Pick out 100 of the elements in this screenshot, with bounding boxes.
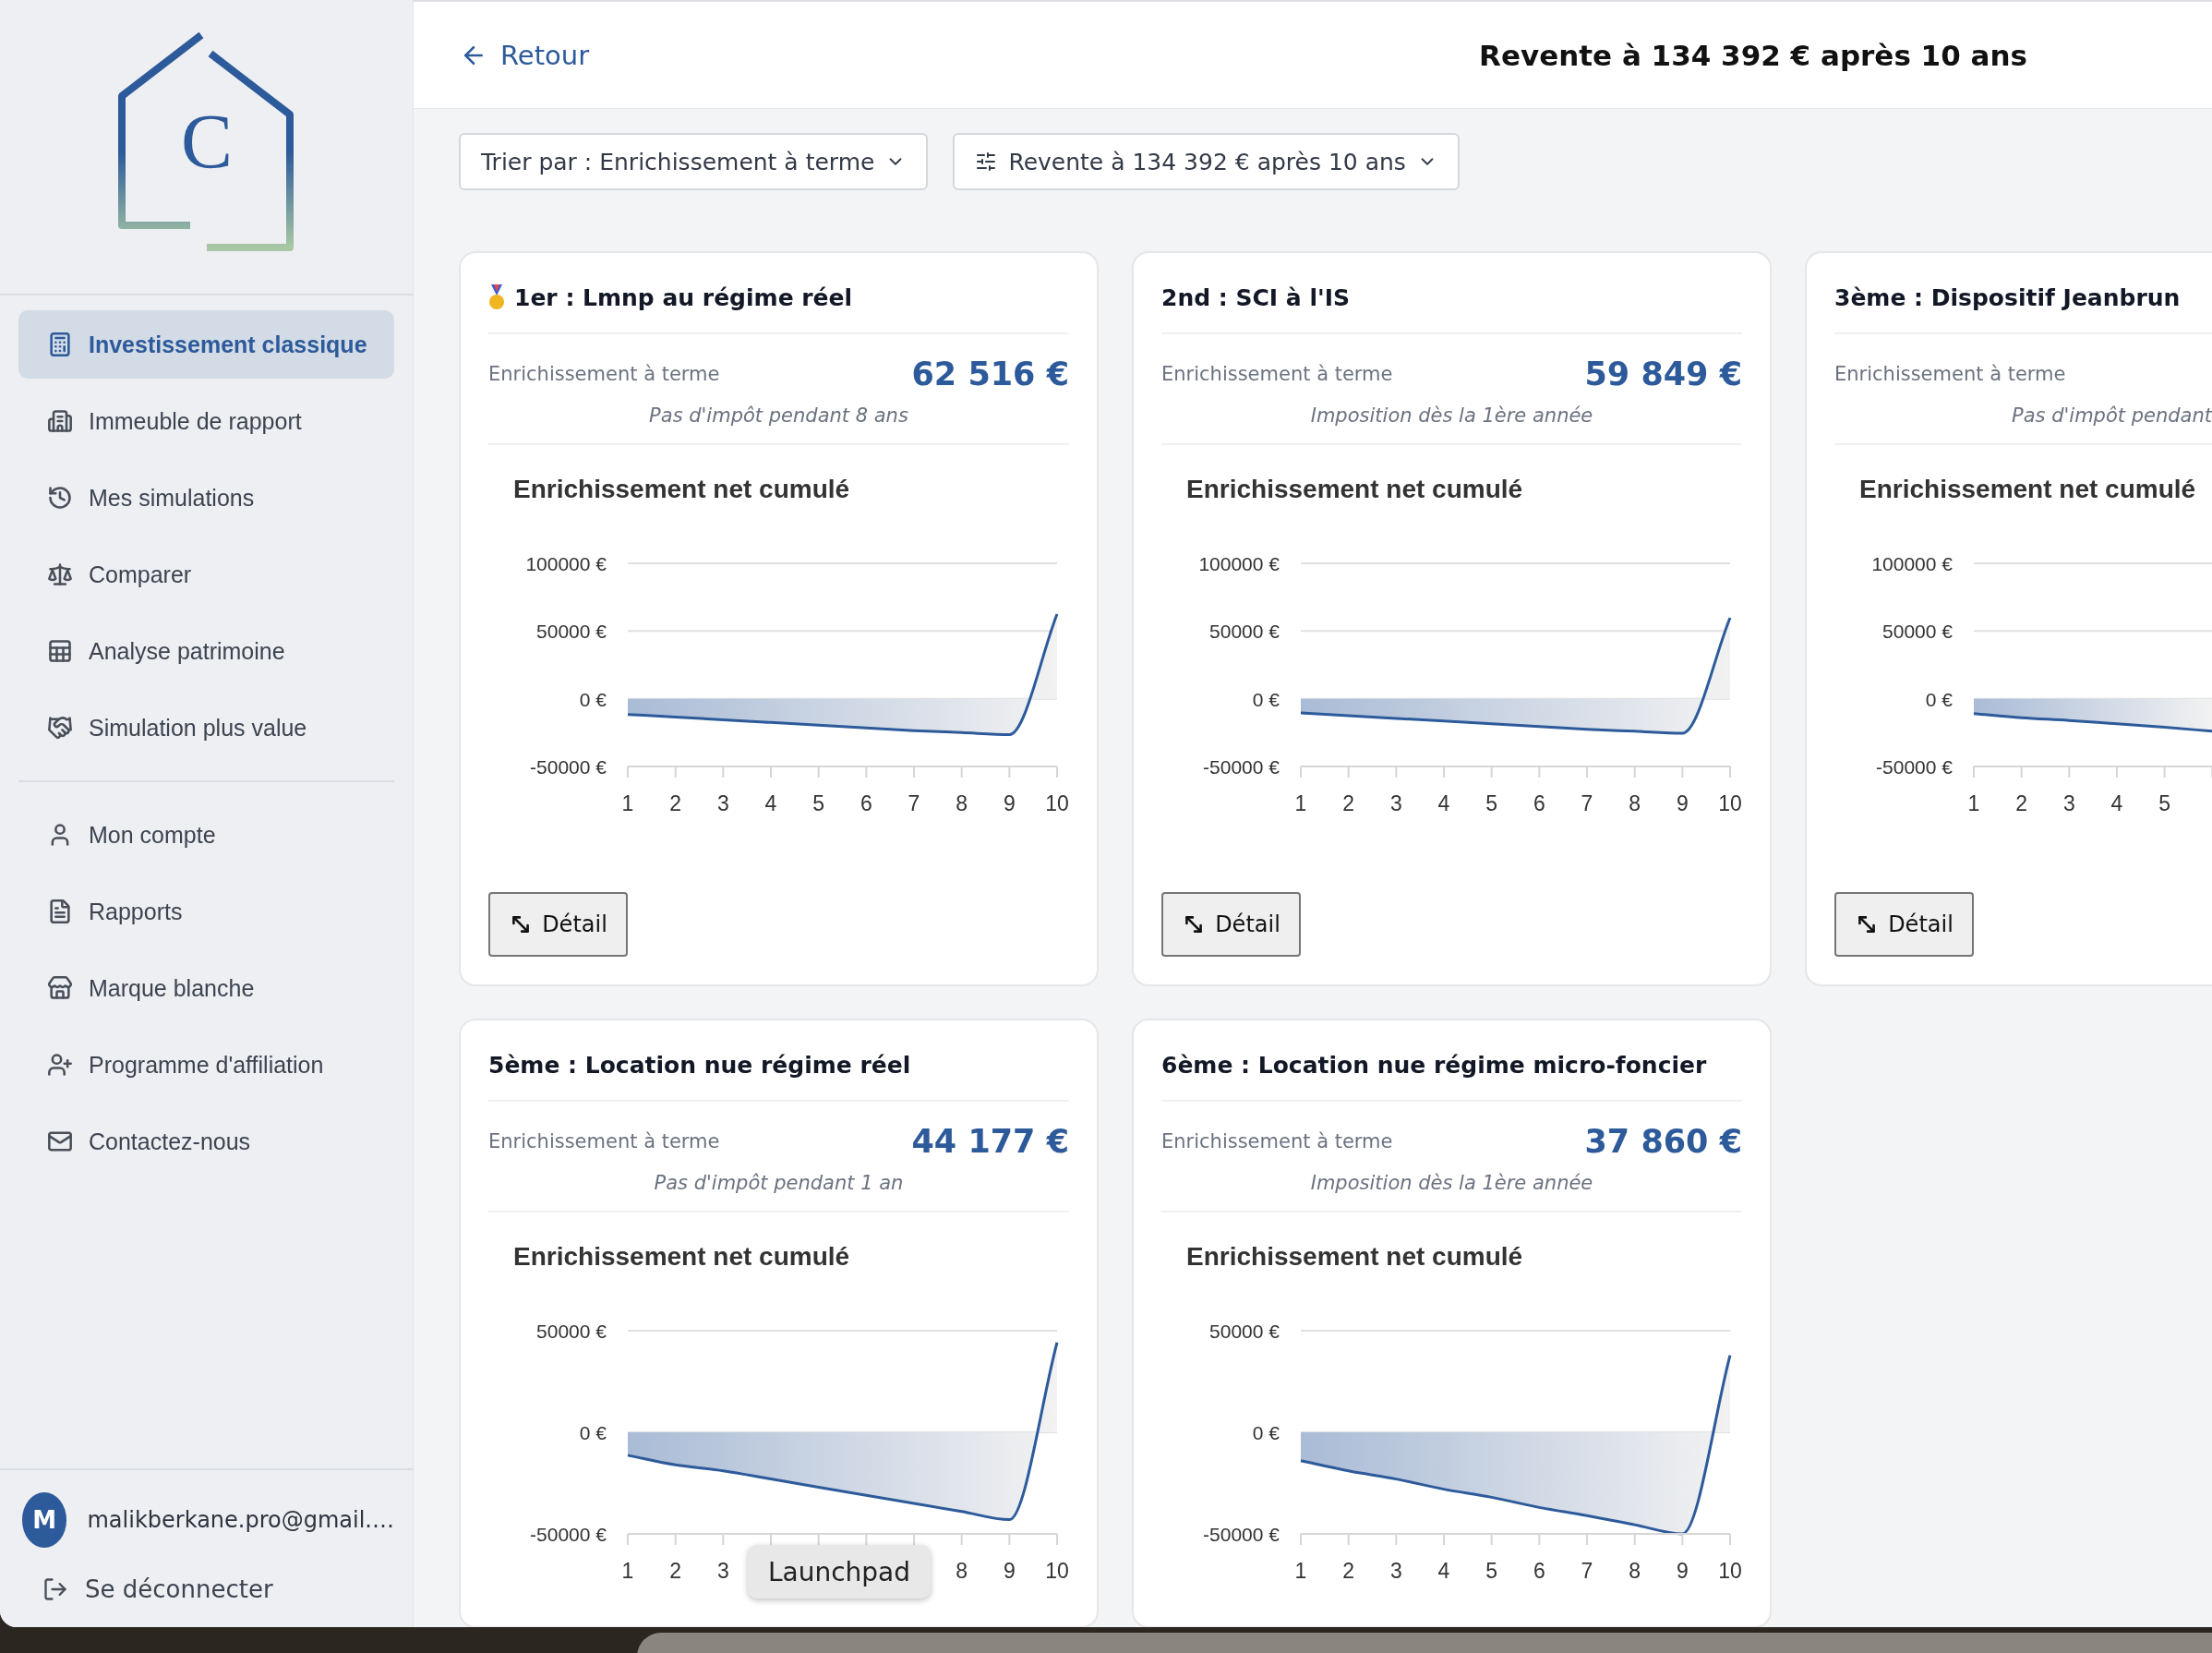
card-title: 3ème : Dispositif Jeanbrun [1834,284,2181,311]
axis-label: -50000 € [530,1524,607,1545]
axis-label: 6 [1533,1559,1545,1583]
metric-label: Enrichissement à terme [488,363,720,385]
dock-tooltip: Launchpad [748,1545,931,1599]
axis-label: 5 [1485,1559,1498,1583]
axis-label: 1 [1294,1559,1307,1583]
axis-label: 50000 € [1209,621,1280,643]
axis-label: 8 [956,1559,968,1583]
axis-label: 10 [1718,1559,1742,1583]
axis-label: 1 [621,1559,634,1583]
axis-label: 4 [1437,1559,1450,1583]
logout-link[interactable]: Se déconnecter [22,1575,394,1603]
axis-label: 7 [1581,1559,1593,1583]
tax-note: Imposition dès la 1ère année [1310,1172,1593,1194]
chart-title: Enrichissement net cumulé [1858,474,2197,505]
axis-label: 2 [669,1559,682,1583]
detail-button[interactable]: Détail [1834,892,1974,957]
user-avatar[interactable]: M [22,1492,67,1548]
nav-item[interactable]: Rapports [18,877,394,946]
nav-item[interactable]: Contactez-nous [18,1107,394,1176]
card-title: 6ème : Location nue régime micro-foncier [1161,1051,1707,1079]
axis-label: -50000 € [530,756,607,778]
nav-item[interactable]: Investissement classique [18,310,394,379]
axis-label: 5 [1485,791,1498,815]
back-link[interactable]: Retour [460,39,590,71]
nav-item[interactable]: Comparer [18,540,394,609]
metric-value: 59 849 € [1584,356,1742,392]
axis-label: 9 [1676,1559,1689,1583]
axis-label: 6 [860,791,872,815]
axis-label: 0 € [1925,688,1953,710]
chart-title: Enrichissement net cumulé [1185,474,1524,505]
metric-label: Enrichissement à terme [1161,363,1393,385]
axis-label: 9 [1003,791,1016,815]
metric-value: 44 177 € [911,1123,1069,1160]
axis-label: 10 [1045,791,1069,815]
chart-title: Enrichissement net cumulé [1185,1241,1524,1273]
axis-label: 3 [716,791,729,815]
tax-note: Pas d'impôt pendant [2012,404,2212,427]
axis-label: 2 [1342,1559,1355,1583]
axis-label: 2 [2015,791,2028,815]
axis-label: 1 [1967,791,1980,815]
chart-title: Enrichissement net cumulé [512,1241,851,1273]
axis-label: 1 [621,791,634,815]
card-title: 2nd : SCI à l'IS [1161,284,1350,311]
medal-icon [488,284,505,310]
chart-title: Enrichissement net cumulé [512,474,851,505]
axis-label: 9 [1003,1559,1016,1583]
house-logo-icon [117,31,294,251]
axis-label: 0 € [579,1422,607,1443]
axis-label: 10 [1718,791,1742,815]
axis-label: 50000 € [536,1321,607,1342]
axis-label: 4 [764,791,777,815]
axis-label: -50000 € [1203,756,1280,778]
card-title: 1er : Lmnp au régime réel [514,284,853,311]
axis-label: 6 [1533,791,1545,815]
axis-label: 2 [669,791,682,815]
building-icon [46,407,74,435]
axis-label: 100000 € [1198,553,1280,574]
nav-item[interactable]: Programme d'affiliation [18,1031,394,1099]
axis-label: 8 [1629,791,1641,815]
axis-label: 50000 € [536,621,607,643]
sliders-icon [975,151,998,173]
detail-button[interactable]: Détail [1161,892,1301,957]
axis-label: -50000 € [1203,1524,1280,1545]
axis-label: 100000 € [1871,553,1953,574]
axis-label: 5 [812,791,825,815]
nav-item[interactable]: Mon compte [18,801,394,869]
add-user-icon [46,1051,74,1079]
sort-dropdown[interactable]: Trier par : Enrichissement à terme [459,133,929,190]
axis-label: 3 [2062,791,2075,815]
handshake-icon [46,714,74,742]
page-title: Revente à 134 392 € après 10 ans [1479,38,2027,72]
user-email: malikberkane.pro@gmail.… [87,1507,394,1533]
metric-label: Enrichissement à terme [1834,363,2066,385]
nav-item[interactable]: Simulation plus value [18,694,394,762]
logo-letter: C [180,99,233,185]
axis-label: 7 [1581,791,1593,815]
nav-item[interactable]: Immeuble de rapport [18,387,394,455]
scale-icon [46,561,74,588]
axis-label: 3 [716,1559,729,1583]
axis-label: -50000 € [1876,756,1953,778]
resale-dropdown[interactable]: Revente à 134 392 € après 10 ans [953,133,1460,190]
nav-item[interactable]: Marque blanche [18,954,394,1022]
axis-label: 10 [1045,1559,1069,1583]
metric-label: Enrichissement à terme [488,1130,720,1152]
axis-label: 100000 € [525,553,607,574]
nav-item[interactable]: Mes simulations [18,464,394,532]
axis-label: 9 [1676,791,1689,815]
logout-icon [42,1576,68,1602]
axis-label: 8 [1629,1559,1641,1583]
tax-note: Pas d'impôt pendant 8 ans [649,404,908,427]
nav-item[interactable]: Analyse patrimoine [18,617,394,685]
metric-value: 37 860 € [1584,1123,1742,1160]
detail-button[interactable]: Détail [488,892,628,957]
metric-value: 62 516 € [911,356,1069,392]
axis-label: 0 € [1252,688,1280,710]
axis-label: 2 [1342,791,1355,815]
spreadsheet-icon [46,637,74,665]
tax-note: Pas d'impôt pendant 1 an [654,1172,904,1194]
